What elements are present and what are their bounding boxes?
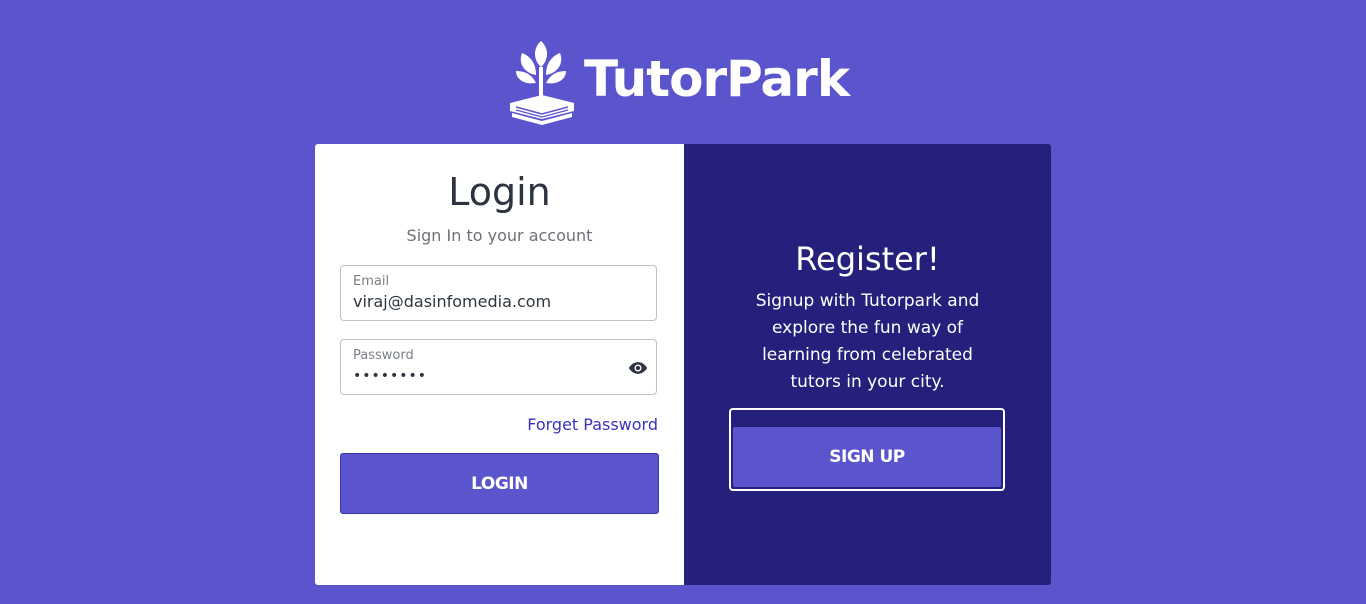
login-subtitle: Sign In to your account [406,226,593,245]
eye-icon[interactable] [628,359,648,377]
email-input[interactable]: viraj@dasinfomedia.com [353,292,623,311]
email-label: Email [353,274,390,289]
login-panel: Login Sign In to your account Email vira… [315,144,684,585]
password-input[interactable]: •••••••• [353,368,623,384]
password-label: Password [353,348,414,363]
signup-button-frame: SIGN UP [729,408,1005,491]
brand-name: TutorPark [584,50,850,108]
forget-password-link[interactable]: Forget Password [527,415,658,434]
brand-logo: TutorPark [508,36,868,128]
auth-card: Login Sign In to your account Email vira… [315,144,1051,585]
tree-book-icon [510,41,574,125]
register-title: Register! [795,240,940,278]
email-field[interactable]: Email viraj@dasinfomedia.com [340,265,657,321]
login-title: Login [448,170,551,214]
login-button[interactable]: LOGIN [340,453,659,514]
password-field[interactable]: Password •••••••• [340,339,657,395]
register-panel: Register! Signup with Tutorpark and expl… [684,144,1051,585]
register-description: Signup with Tutorpark and explore the fu… [755,291,980,392]
signup-button[interactable]: SIGN UP [733,427,1001,487]
